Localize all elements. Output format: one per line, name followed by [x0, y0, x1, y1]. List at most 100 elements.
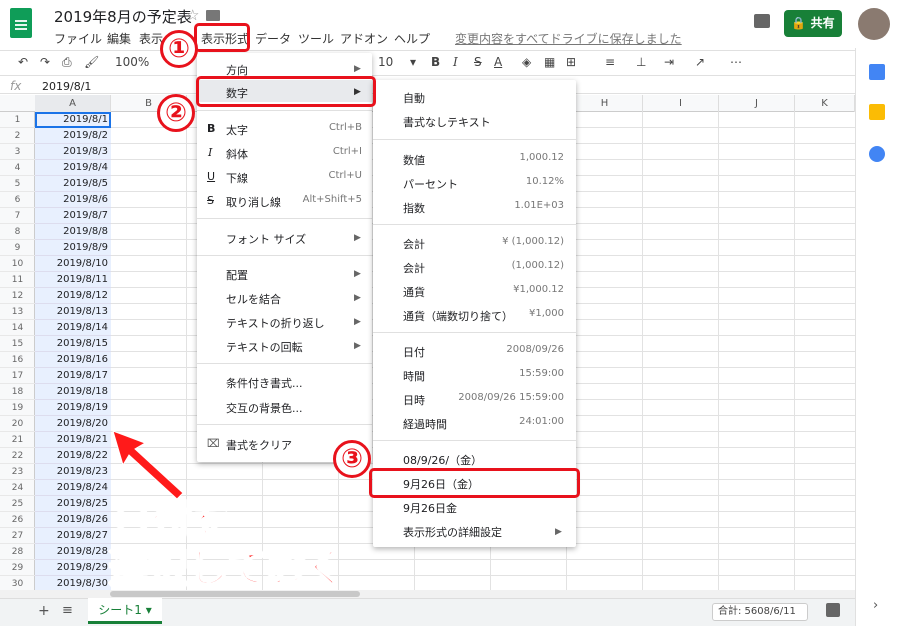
- menu-tools[interactable]: ツール: [298, 30, 334, 47]
- menu-item-merge[interactable]: セルを結合: [226, 291, 281, 307]
- folder-icon[interactable]: [206, 10, 220, 21]
- menu-item-conditional-format[interactable]: 条件付き書式...: [226, 375, 303, 391]
- row-header[interactable]: 3: [0, 144, 35, 160]
- cell-a[interactable]: 2019/8/19: [35, 400, 111, 416]
- save-status-link[interactable]: 変更内容をすべてドライブに保存しました: [455, 30, 682, 47]
- cell-a[interactable]: 2019/8/16: [35, 352, 111, 368]
- row-header[interactable]: 4: [0, 160, 35, 176]
- cell-a[interactable]: 2019/8/11: [35, 272, 111, 288]
- align-icon[interactable]: ≡: [605, 55, 615, 69]
- cell-a[interactable]: 2019/8/5: [35, 176, 111, 192]
- number-format-item[interactable]: 9月26日金: [403, 500, 457, 516]
- cell-a[interactable]: 2019/8/13: [35, 304, 111, 320]
- column-header[interactable]: K: [795, 95, 855, 112]
- row-header[interactable]: 23: [0, 464, 35, 480]
- row-header[interactable]: 15: [0, 336, 35, 352]
- formula-input[interactable]: 2019/8/1: [42, 80, 91, 93]
- menu-help[interactable]: ヘルプ: [394, 30, 430, 47]
- cell-a[interactable]: 2019/8/3: [35, 144, 111, 160]
- valign-icon[interactable]: ⊥: [636, 55, 646, 69]
- menu-item-font-size[interactable]: フォント サイズ: [226, 231, 306, 247]
- number-format-item[interactable]: 日時: [403, 392, 425, 408]
- more-icon[interactable]: ⋯: [730, 55, 742, 69]
- rotate-icon[interactable]: ↗: [695, 55, 705, 69]
- print-icon[interactable]: ⎙: [62, 55, 72, 70]
- cell-a[interactable]: 2019/8/14: [35, 320, 111, 336]
- all-sheets-icon[interactable]: ≡: [62, 603, 73, 618]
- cell-a[interactable]: 2019/8/26: [35, 512, 111, 528]
- italic-icon[interactable]: I: [453, 55, 458, 69]
- cell-a[interactable]: 2019/8/23: [35, 464, 111, 480]
- fill-color-icon[interactable]: ◈: [522, 55, 531, 69]
- column-header[interactable]: J: [719, 95, 795, 112]
- chevron-down-icon[interactable]: ▾: [410, 55, 416, 69]
- row-header[interactable]: 27: [0, 528, 35, 544]
- undo-icon[interactable]: ↶: [18, 55, 28, 69]
- row-header[interactable]: 6: [0, 192, 35, 208]
- number-format-item[interactable]: 指数: [403, 200, 425, 216]
- row-header[interactable]: 24: [0, 480, 35, 496]
- sum-display[interactable]: 合計: 5608/6/11: [712, 603, 808, 621]
- cell-a[interactable]: 2019/8/1: [35, 112, 111, 128]
- cell-a[interactable]: 2019/8/4: [35, 160, 111, 176]
- cell-a[interactable]: 2019/8/20: [35, 416, 111, 432]
- number-format-item[interactable]: 会計: [403, 260, 425, 276]
- menu-item-italic[interactable]: 斜体: [226, 146, 248, 162]
- row-header[interactable]: 21: [0, 432, 35, 448]
- row-header[interactable]: 7: [0, 208, 35, 224]
- row-header[interactable]: 11: [0, 272, 35, 288]
- cell-a[interactable]: 2019/8/9: [35, 240, 111, 256]
- cell-a[interactable]: 2019/8/18: [35, 384, 111, 400]
- row-header[interactable]: 29: [0, 560, 35, 576]
- borders-icon[interactable]: ▦: [544, 55, 555, 69]
- row-header[interactable]: 17: [0, 368, 35, 384]
- menu-item-strikethrough[interactable]: 取り消し線: [226, 194, 281, 210]
- cell-a[interactable]: 2019/8/29: [35, 560, 111, 576]
- explore-icon[interactable]: [826, 603, 840, 617]
- row-header[interactable]: 13: [0, 304, 35, 320]
- row-header[interactable]: 18: [0, 384, 35, 400]
- menu-item-wrap[interactable]: テキストの折り返し: [226, 315, 325, 331]
- menu-addons[interactable]: アドオン: [340, 30, 388, 47]
- row-header[interactable]: 2: [0, 128, 35, 144]
- cell-a[interactable]: 2019/8/15: [35, 336, 111, 352]
- number-format-item[interactable]: 自動: [403, 90, 425, 106]
- paint-format-icon[interactable]: 🖌: [84, 55, 99, 69]
- cell-a[interactable]: 2019/8/21: [35, 432, 111, 448]
- menu-item-underline[interactable]: 下線: [226, 170, 248, 186]
- number-format-item[interactable]: 時間: [403, 368, 425, 384]
- row-header[interactable]: 9: [0, 240, 35, 256]
- number-format-item[interactable]: 日付: [403, 344, 425, 360]
- document-title[interactable]: 2019年8月の予定表: [54, 6, 192, 27]
- cell-a[interactable]: 2019/8/28: [35, 544, 111, 560]
- number-format-item[interactable]: 書式なしテキスト: [403, 114, 491, 130]
- redo-icon[interactable]: ↷: [40, 55, 50, 69]
- menu-edit[interactable]: 編集: [107, 30, 131, 47]
- cell-a[interactable]: 2019/8/12: [35, 288, 111, 304]
- sheets-logo-icon[interactable]: [10, 8, 32, 38]
- cell-a[interactable]: 2019/8/7: [35, 208, 111, 224]
- menu-file[interactable]: ファイル: [54, 30, 102, 47]
- row-header[interactable]: 5: [0, 176, 35, 192]
- row-header[interactable]: 16: [0, 352, 35, 368]
- number-format-item[interactable]: 通貨: [403, 284, 425, 300]
- avatar[interactable]: [858, 8, 890, 40]
- cell-a[interactable]: 2019/8/25: [35, 496, 111, 512]
- zoom-select[interactable]: 100%: [115, 55, 149, 69]
- bold-icon[interactable]: B: [431, 55, 440, 69]
- strikethrough-icon[interactable]: S: [474, 55, 482, 69]
- calendar-icon[interactable]: [869, 64, 885, 80]
- add-sheet-icon[interactable]: +: [38, 603, 50, 619]
- number-format-item[interactable]: 会計: [403, 236, 425, 252]
- menu-item-clear-format[interactable]: 書式をクリア: [226, 437, 292, 453]
- row-header[interactable]: 8: [0, 224, 35, 240]
- menu-item-alternating-colors[interactable]: 交互の背景色...: [226, 400, 303, 416]
- share-button[interactable]: 🔒 共有: [784, 10, 842, 37]
- row-header[interactable]: 28: [0, 544, 35, 560]
- column-header[interactable]: H: [567, 95, 643, 112]
- expand-icon[interactable]: ›: [873, 598, 878, 613]
- text-color-icon[interactable]: A: [494, 55, 502, 69]
- row-header[interactable]: 25: [0, 496, 35, 512]
- row-header[interactable]: 14: [0, 320, 35, 336]
- row-header[interactable]: 12: [0, 288, 35, 304]
